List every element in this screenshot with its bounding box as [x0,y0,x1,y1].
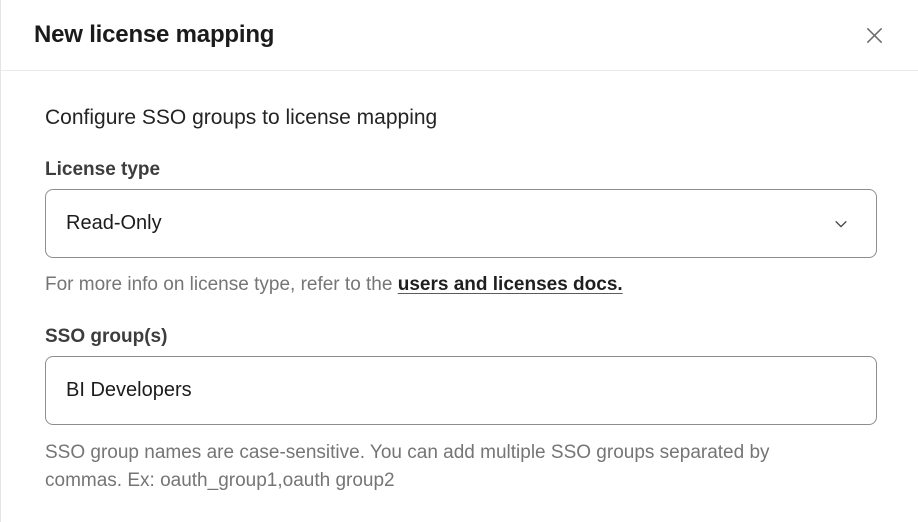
license-type-selected-value: Read-Only [66,212,162,235]
close-icon[interactable] [863,24,886,47]
sso-groups-label: SSO group(s) [45,326,877,348]
license-type-label: License type [45,159,877,181]
sso-groups-input[interactable] [45,356,877,425]
license-type-helper-text: For more info on license type, refer to … [45,271,877,299]
license-type-field-group: License type Read-Only For more info on … [45,159,877,299]
users-and-licenses-docs-link[interactable]: users and licenses docs. [398,274,623,295]
sso-groups-field-group: SSO group(s) SSO group names are case-se… [45,326,877,495]
modal-header: New license mapping [1,0,918,71]
section-heading: Configure SSO groups to license mapping [45,106,877,130]
chevron-down-icon [832,215,850,233]
modal-title: New license mapping [34,21,274,49]
license-type-select[interactable]: Read-Only [45,189,877,258]
sso-groups-helper-text: SSO group names are case-sensitive. You … [45,439,795,495]
new-license-mapping-modal: New license mapping Configure SSO groups… [0,0,918,522]
modal-body: Configure SSO groups to license mapping … [1,71,918,495]
close-button[interactable] [859,20,890,51]
license-type-helper-prefix: For more info on license type, refer to … [45,274,398,295]
